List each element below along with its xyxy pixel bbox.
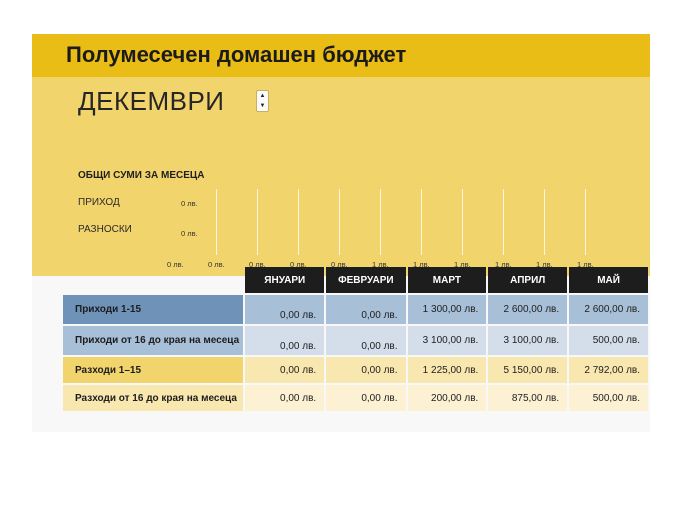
gridline [298,189,299,255]
gridline [585,189,586,255]
table-row: Приходи 1-15 0,00 лв. 0,00 лв. 1 300,00 … [63,295,648,324]
expense-total-label: РАЗНОСКИ [78,224,132,235]
table-cell[interactable]: 1 300,00 лв. [407,295,487,324]
table-cell[interactable]: 0,00 лв. [245,295,325,324]
table-row: Приходи от 16 до края на месеца 0,00 лв.… [63,326,648,355]
column-header: МАРТ [407,267,487,293]
table-row: Разходи 1–15 0,00 лв. 0,00 лв. 1 225,00 … [63,357,648,383]
page-title: Полумесечен домашен бюджет [66,42,407,67]
gridline [380,189,381,255]
gridline [421,189,422,255]
budget-table: ЯНУАРИ ФЕВРУАРИ МАРТ АПРИЛ МАЙ Приходи 1… [61,265,650,413]
monthly-totals-title: ОБЩИ СУМИ ЗА МЕСЕЦА [78,170,205,181]
table-cell[interactable]: 0,00 лв. [245,385,325,411]
table-cell[interactable]: 3 100,00 лв. [407,326,487,355]
gridline [257,189,258,255]
gridline [544,189,545,255]
table-cell[interactable]: 0,00 лв. [326,295,406,324]
table-cell[interactable]: 500,00 лв. [569,326,648,355]
gridline [503,189,504,255]
summary-panel: ДЕКЕМВРИ ▲ ▼ ОБЩИ СУМИ ЗА МЕСЕЦА ПРИХОД … [32,77,650,276]
row-label: Разходи 1–15 [63,357,244,383]
month-selector[interactable]: ДЕКЕМВРИ [78,86,224,117]
budget-sheet: Полумесечен домашен бюджет ДЕКЕМВРИ ▲ ▼ … [32,34,650,432]
title-band: Полумесечен домашен бюджет [32,34,650,77]
gridline [462,189,463,255]
table-cell[interactable]: 3 100,00 лв. [488,326,568,355]
table-cell[interactable]: 2 600,00 лв. [569,295,648,324]
table-cell[interactable]: 2 600,00 лв. [488,295,568,324]
spinner-up-icon[interactable]: ▲ [257,91,268,101]
row-label: Приходи 1-15 [63,295,244,324]
gridline [339,189,340,255]
income-total-value: 0 лв. [181,199,198,208]
table-cell[interactable]: 200,00 лв. [407,385,487,411]
table-cell[interactable]: 0,00 лв. [326,385,406,411]
table-corner [63,267,243,293]
table-cell[interactable]: 0,00 лв. [326,326,406,355]
column-header: ЯНУАРИ [245,267,325,293]
gridline [216,189,217,255]
table-cell[interactable]: 500,00 лв. [569,385,648,411]
month-spinner[interactable]: ▲ ▼ [256,90,269,112]
table-cell[interactable]: 5 150,00 лв. [488,357,568,383]
table-cell[interactable]: 1 225,00 лв. [407,357,487,383]
table-header-row: ЯНУАРИ ФЕВРУАРИ МАРТ АПРИЛ МАЙ [63,267,648,293]
column-header: МАЙ [569,267,648,293]
column-header: ФЕВРУАРИ [326,267,406,293]
column-header: АПРИЛ [488,267,568,293]
table-cell[interactable]: 2 792,00 лв. [569,357,648,383]
row-label: Приходи от 16 до края на месеца [63,326,244,355]
table-cell[interactable]: 0,00 лв. [245,357,325,383]
table-row: Разходи от 16 до края на месеца 0,00 лв.… [63,385,648,411]
table-cell[interactable]: 0,00 лв. [245,326,325,355]
income-total-label: ПРИХОД [78,197,120,208]
table-cell[interactable]: 875,00 лв. [488,385,568,411]
table-cell[interactable]: 0,00 лв. [326,357,406,383]
spinner-down-icon[interactable]: ▼ [257,101,268,111]
row-label: Разходи от 16 до края на месеца [63,385,244,411]
expense-total-value: 0 лв. [181,229,198,238]
